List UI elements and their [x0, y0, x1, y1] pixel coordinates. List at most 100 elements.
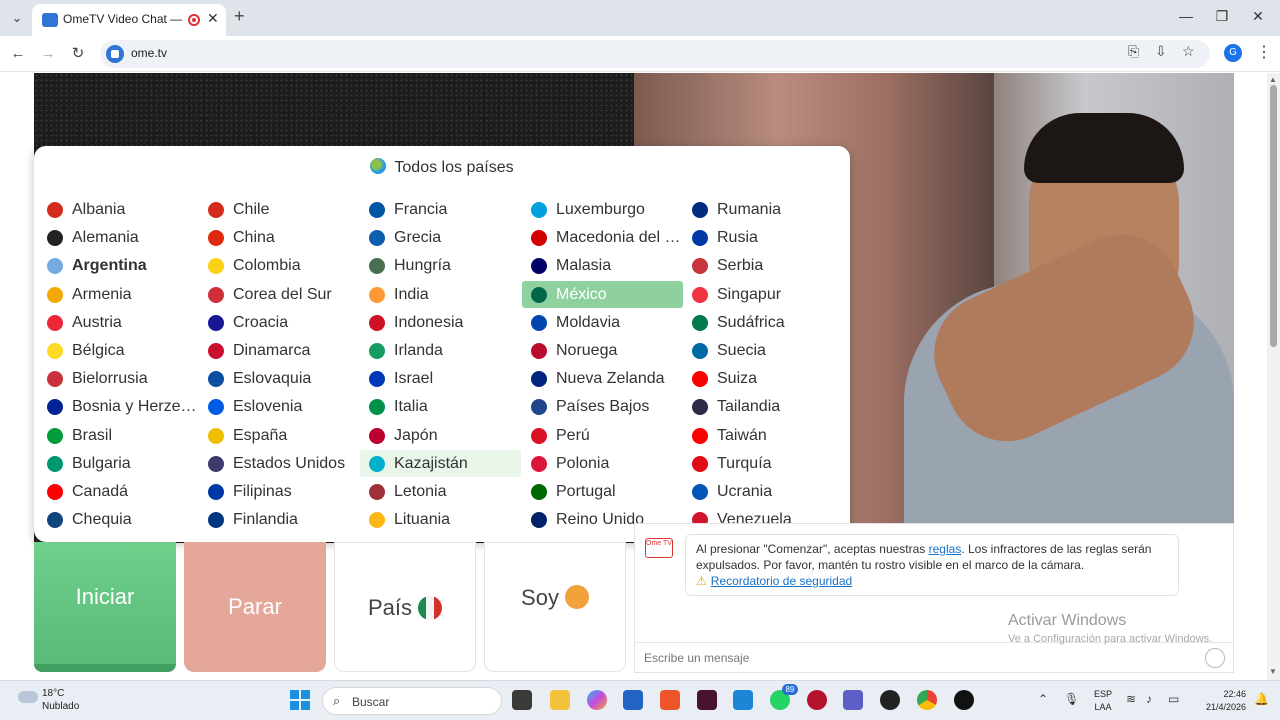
country-option[interactable]: Eslovenia [199, 393, 360, 420]
translate-icon[interactable]: ⎘ [1128, 43, 1139, 60]
country-option[interactable]: Suiza [683, 365, 844, 392]
new-tab-button[interactable]: + [234, 6, 245, 27]
capcut-icon[interactable] [697, 690, 717, 710]
country-option[interactable]: Croacia [199, 309, 360, 336]
country-option[interactable]: México [522, 281, 683, 308]
country-option[interactable]: Chile [199, 196, 360, 223]
reload-icon[interactable]: ↻ [67, 43, 89, 65]
country-option[interactable]: Singapur [683, 281, 844, 308]
country-option[interactable]: Nueva Zelanda [522, 365, 683, 392]
site-info-icon[interactable] [106, 45, 124, 63]
country-option[interactable]: Indonesia [360, 309, 521, 336]
install-icon[interactable]: ⇩ [1155, 43, 1167, 60]
country-option[interactable]: Austria [38, 309, 199, 336]
forward-arrow-icon[interactable]: → [37, 43, 59, 65]
country-option[interactable]: Hungría [360, 252, 521, 279]
country-option[interactable]: Albania [38, 196, 199, 223]
country-option[interactable]: España [199, 422, 360, 449]
notification-bell-icon[interactable]: 🔔 [1254, 692, 1269, 706]
outlook-icon[interactable] [733, 690, 753, 710]
country-option[interactable]: Polonia [522, 450, 683, 477]
country-option[interactable]: China [199, 224, 360, 251]
scrollbar-thumb[interactable] [1270, 85, 1277, 347]
chrome-icon[interactable] [917, 690, 937, 710]
country-option[interactable]: Sudáfrica [683, 309, 844, 336]
country-option[interactable]: Moldavia [522, 309, 683, 336]
country-option[interactable]: Dinamarca [199, 337, 360, 364]
country-option[interactable]: Malasia [522, 252, 683, 279]
country-option[interactable]: Japón [360, 422, 521, 449]
microphone-icon[interactable]: 🎙 [1064, 692, 1079, 706]
tab-close-icon[interactable]: ✕ [207, 10, 219, 27]
country-option[interactable]: Estados Unidos [199, 450, 360, 477]
wifi-icon[interactable]: ≋ [1126, 692, 1136, 706]
country-option[interactable]: Letonia [360, 478, 521, 505]
country-option[interactable]: Canadá [38, 478, 199, 505]
country-option[interactable]: Brasil [38, 422, 199, 449]
address-bar[interactable]: ome.tv [100, 40, 1210, 68]
gender-button[interactable]: Soy [484, 542, 626, 672]
scroll-up-icon[interactable]: ▲ [1269, 75, 1277, 84]
browser-tab[interactable]: OmeTV Video Chat — Ome ✕ [32, 4, 226, 36]
country-option[interactable]: Bosnia y Herzegovina [38, 393, 199, 420]
store-icon[interactable] [623, 690, 643, 710]
country-option[interactable]: Perú [522, 422, 683, 449]
country-option[interactable]: Bulgaria [38, 450, 199, 477]
country-option[interactable]: India [360, 281, 521, 308]
country-option[interactable]: Rusia [683, 224, 844, 251]
page-scrollbar[interactable]: ▲ ▼ [1267, 73, 1280, 680]
file-explorer-icon[interactable] [550, 690, 570, 710]
copilot-icon[interactable] [587, 690, 607, 710]
country-option[interactable]: Armenia [38, 281, 199, 308]
opera-icon[interactable] [807, 690, 827, 710]
tray-chevron-icon[interactable]: ⌃ [1038, 692, 1048, 706]
battery-icon[interactable]: ▭ [1168, 692, 1179, 706]
country-option[interactable]: Países Bajos [522, 393, 683, 420]
back-arrow-icon[interactable]: ← [7, 43, 29, 65]
country-option[interactable]: Serbia [683, 252, 844, 279]
country-option[interactable]: Lituania [360, 506, 521, 533]
windows-start-icon[interactable] [290, 690, 310, 710]
country-option[interactable]: Filipinas [199, 478, 360, 505]
volume-icon[interactable]: ♪ [1146, 692, 1152, 706]
emoji-icon[interactable] [1205, 648, 1225, 668]
bookmark-star-icon[interactable]: ☆ [1182, 43, 1195, 60]
minimize-icon[interactable]: — [1176, 8, 1196, 24]
language-indicator[interactable]: ESP LAA [1094, 688, 1112, 714]
country-option[interactable]: Ucrania [683, 478, 844, 505]
safety-reminder-link[interactable]: Recordatorio de seguridad [711, 574, 852, 588]
country-option[interactable]: Italia [360, 393, 521, 420]
country-option[interactable]: Suecia [683, 337, 844, 364]
weather-widget[interactable]: 18°C Nublado [18, 687, 79, 713]
country-option[interactable]: Corea del Sur [199, 281, 360, 308]
country-option[interactable]: Kazajistán [360, 450, 521, 477]
country-option[interactable]: Portugal [522, 478, 683, 505]
country-option[interactable]: Eslovaquia [199, 365, 360, 392]
country-option[interactable]: Alemania [38, 224, 199, 251]
country-option[interactable]: Tailandia [683, 393, 844, 420]
task-view-icon[interactable] [512, 690, 532, 710]
tiktok-icon[interactable] [954, 690, 974, 710]
message-input[interactable]: Escribe un mensaje [635, 642, 1233, 672]
country-option[interactable]: Luxemburgo [522, 196, 683, 223]
country-option[interactable]: Finlandia [199, 506, 360, 533]
country-option[interactable]: Colombia [199, 252, 360, 279]
profile-avatar[interactable]: G [1224, 44, 1242, 62]
country-option[interactable]: Macedonia del Norte [522, 224, 683, 251]
start-button[interactable]: Iniciar [34, 542, 176, 672]
obs-icon[interactable] [880, 690, 900, 710]
taskbar-search[interactable]: ⌕ Buscar [322, 687, 502, 715]
country-option[interactable]: Chequia [38, 506, 199, 533]
country-button[interactable]: País [334, 542, 476, 672]
country-option[interactable]: Bélgica [38, 337, 199, 364]
country-option[interactable]: Taiwán [683, 422, 844, 449]
country-option[interactable]: Turquía [683, 450, 844, 477]
stop-button[interactable]: Parar [184, 542, 326, 672]
teams-icon[interactable] [843, 690, 863, 710]
tab-search-icon[interactable]: ⌄ [6, 7, 28, 29]
all-countries-header[interactable]: Todos los países [34, 158, 850, 177]
country-option[interactable]: Grecia [360, 224, 521, 251]
maximize-icon[interactable]: ❐ [1212, 8, 1232, 25]
country-option[interactable]: Irlanda [360, 337, 521, 364]
brave-icon[interactable] [660, 690, 680, 710]
